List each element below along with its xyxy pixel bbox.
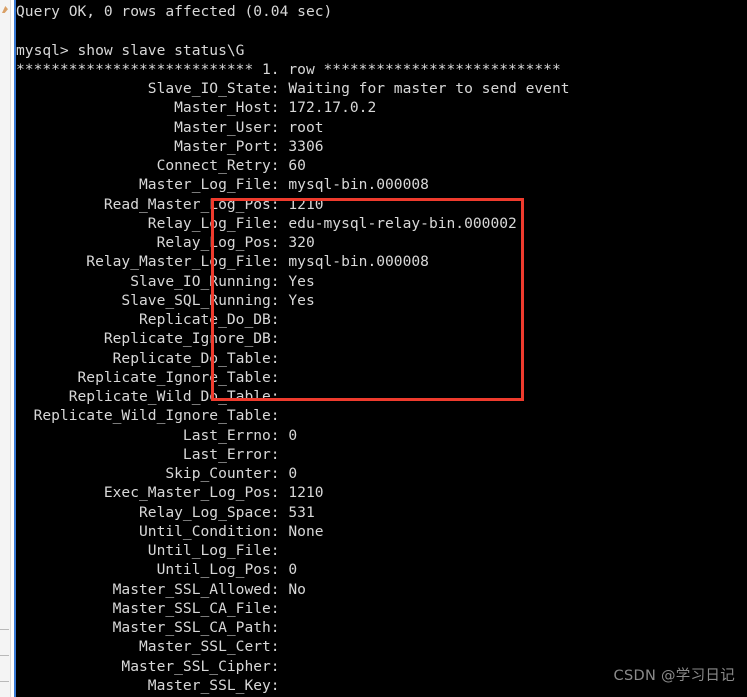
terminal-console[interactable]: Query OK, 0 rows affected (0.04 sec) mys… <box>16 0 747 697</box>
bookmark-icon <box>2 6 8 13</box>
csdn-watermark: CSDN @学习日记 <box>613 668 735 684</box>
terminal-output: Query OK, 0 rows affected (0.04 sec) mys… <box>16 3 570 697</box>
screenshot-root: Query OK, 0 rows affected (0.04 sec) mys… <box>0 0 747 697</box>
gutter-divider <box>0 681 9 682</box>
gutter-divider <box>0 655 9 656</box>
editor-gutter <box>0 0 11 697</box>
gutter-divider <box>0 629 9 630</box>
